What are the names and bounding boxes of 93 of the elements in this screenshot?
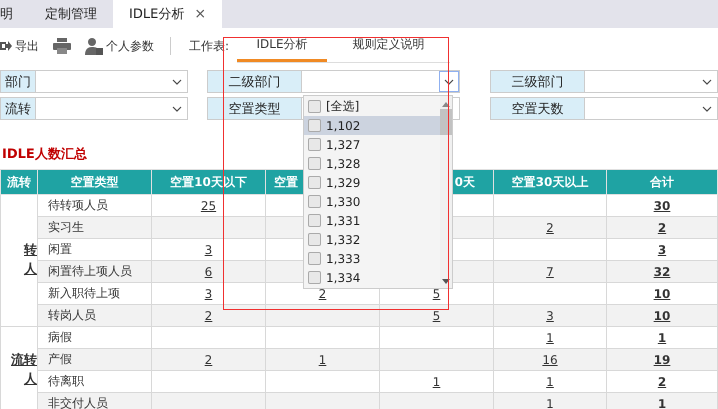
page-tab[interactable]: 明 bbox=[0, 0, 29, 28]
filter-select[interactable] bbox=[36, 70, 188, 93]
dropdown-option[interactable]: 1,327 bbox=[304, 135, 440, 154]
count-link[interactable]: 2 bbox=[204, 308, 212, 322]
table-cell-text: 待转项人员 bbox=[47, 198, 108, 212]
checkbox[interactable] bbox=[308, 138, 321, 151]
table-cell-text: 实习生 bbox=[47, 220, 84, 234]
count-link[interactable]: 2 bbox=[546, 220, 554, 234]
dropdown-option[interactable]: 1,334 bbox=[304, 268, 440, 287]
page-tab[interactable]: 定制管理 bbox=[29, 0, 113, 28]
total-link[interactable]: 2 bbox=[658, 374, 666, 388]
dropdown-option[interactable]: [全选] bbox=[304, 97, 440, 116]
filter-select[interactable] bbox=[36, 97, 188, 120]
count-link[interactable]: 6 bbox=[204, 264, 212, 278]
table-cell-text: 新入职待上项 bbox=[47, 286, 120, 300]
chevron-down-icon bbox=[172, 78, 182, 84]
checkbox[interactable] bbox=[308, 233, 321, 246]
count-link[interactable]: 1 bbox=[546, 374, 554, 388]
filter-label: 二级部门 bbox=[207, 70, 302, 93]
export-icon bbox=[0, 40, 12, 52]
table-cell-text: 病假 bbox=[47, 330, 72, 344]
total-link[interactable]: 32 bbox=[654, 264, 670, 278]
total-link[interactable]: 1 bbox=[658, 330, 666, 344]
chevron-down-icon bbox=[702, 106, 712, 112]
print-button[interactable] bbox=[53, 38, 71, 54]
count-link[interactable]: 1 bbox=[546, 396, 554, 409]
total-link[interactable]: 2 bbox=[658, 220, 666, 234]
count-link[interactable]: 3 bbox=[546, 308, 554, 322]
scroll-up-icon[interactable] bbox=[442, 102, 450, 107]
close-button[interactable]: × bbox=[194, 6, 206, 22]
table-cell-text: 非交付人员 bbox=[47, 396, 108, 409]
report-title: IDLE人数汇总 bbox=[2, 146, 87, 161]
print-icon bbox=[53, 38, 71, 54]
filter-label: 三级部门 bbox=[490, 70, 585, 93]
count-link[interactable]: 3 bbox=[204, 286, 212, 300]
column-header: 空置30天以上 bbox=[494, 170, 606, 194]
column-header: 合计 bbox=[606, 170, 718, 194]
filter-label: 空置类型 bbox=[207, 97, 302, 120]
chevron-down-icon bbox=[172, 106, 182, 112]
table-cell-text: 待离职 bbox=[47, 374, 84, 388]
count-link[interactable]: 16 bbox=[542, 352, 558, 366]
chevron-down-icon bbox=[444, 78, 454, 84]
count-link[interactable]: 1 bbox=[546, 330, 554, 344]
filter-label: 部门 bbox=[0, 70, 36, 93]
count-link[interactable]: 7 bbox=[546, 264, 554, 278]
table-cell-text: 闲置 bbox=[47, 242, 72, 256]
checkbox[interactable] bbox=[308, 214, 321, 227]
count-link[interactable]: 2 bbox=[204, 352, 212, 366]
total-link[interactable]: 10 bbox=[654, 308, 670, 322]
chevron-down-icon bbox=[702, 78, 712, 84]
count-link[interactable]: 25 bbox=[200, 198, 216, 212]
filter-select[interactable] bbox=[585, 70, 718, 93]
sheet-tab[interactable]: IDLE分析 bbox=[237, 30, 328, 62]
filter-label: 空置天数 bbox=[490, 97, 585, 120]
total-link[interactable]: 10 bbox=[654, 286, 670, 300]
table-cell-text: 闲置待上项人员 bbox=[47, 264, 132, 278]
dropdown-option[interactable]: 1,331 bbox=[304, 211, 440, 230]
count-link[interactable]: 5 bbox=[432, 308, 440, 322]
count-link[interactable]: 2 bbox=[318, 286, 326, 300]
page-tab[interactable]: IDLE分析 × bbox=[113, 0, 222, 28]
count-link[interactable]: 5 bbox=[432, 286, 440, 300]
checkbox[interactable] bbox=[308, 271, 321, 284]
checkbox[interactable] bbox=[308, 119, 321, 132]
dropdown-option[interactable]: 1,330 bbox=[304, 192, 440, 211]
column-header: 空置类型 bbox=[38, 170, 152, 194]
column-header: 流转 bbox=[0, 170, 38, 194]
scrollbar[interactable] bbox=[440, 96, 452, 288]
scroll-thumb[interactable] bbox=[440, 109, 452, 135]
user-button[interactable]: 个人参数 bbox=[85, 37, 154, 55]
dropdown-option[interactable]: 1,333 bbox=[304, 249, 440, 268]
user-icon bbox=[85, 37, 103, 55]
export-button[interactable]: 导出 bbox=[0, 38, 39, 54]
filter-select[interactable] bbox=[302, 70, 460, 93]
table-cell-text: 转岗人员 bbox=[47, 308, 96, 322]
dropdown-option[interactable]: 1,102 bbox=[304, 116, 440, 135]
checkbox[interactable] bbox=[308, 100, 321, 113]
sheet-tab[interactable]: 规则定义说明 bbox=[327, 30, 450, 62]
filter-label: 流转 bbox=[0, 97, 36, 120]
checkbox[interactable] bbox=[308, 157, 321, 170]
total-link[interactable]: 19 bbox=[654, 352, 670, 366]
checkbox[interactable] bbox=[308, 176, 321, 189]
count-link[interactable]: 1 bbox=[432, 374, 440, 388]
group-label[interactable]: 转 人 bbox=[24, 242, 37, 279]
dropdown-option[interactable]: 1,332 bbox=[304, 230, 440, 249]
count-link[interactable]: 1 bbox=[318, 352, 326, 366]
filter-select[interactable] bbox=[585, 97, 718, 120]
total-link[interactable]: 1 bbox=[658, 396, 666, 409]
checkbox[interactable] bbox=[308, 195, 321, 208]
total-link[interactable]: 3 bbox=[658, 242, 666, 256]
count-link[interactable]: 3 bbox=[204, 242, 212, 256]
checkbox[interactable] bbox=[308, 252, 321, 265]
table-cell-text: 产假 bbox=[47, 352, 72, 366]
total-link[interactable]: 30 bbox=[654, 198, 670, 212]
